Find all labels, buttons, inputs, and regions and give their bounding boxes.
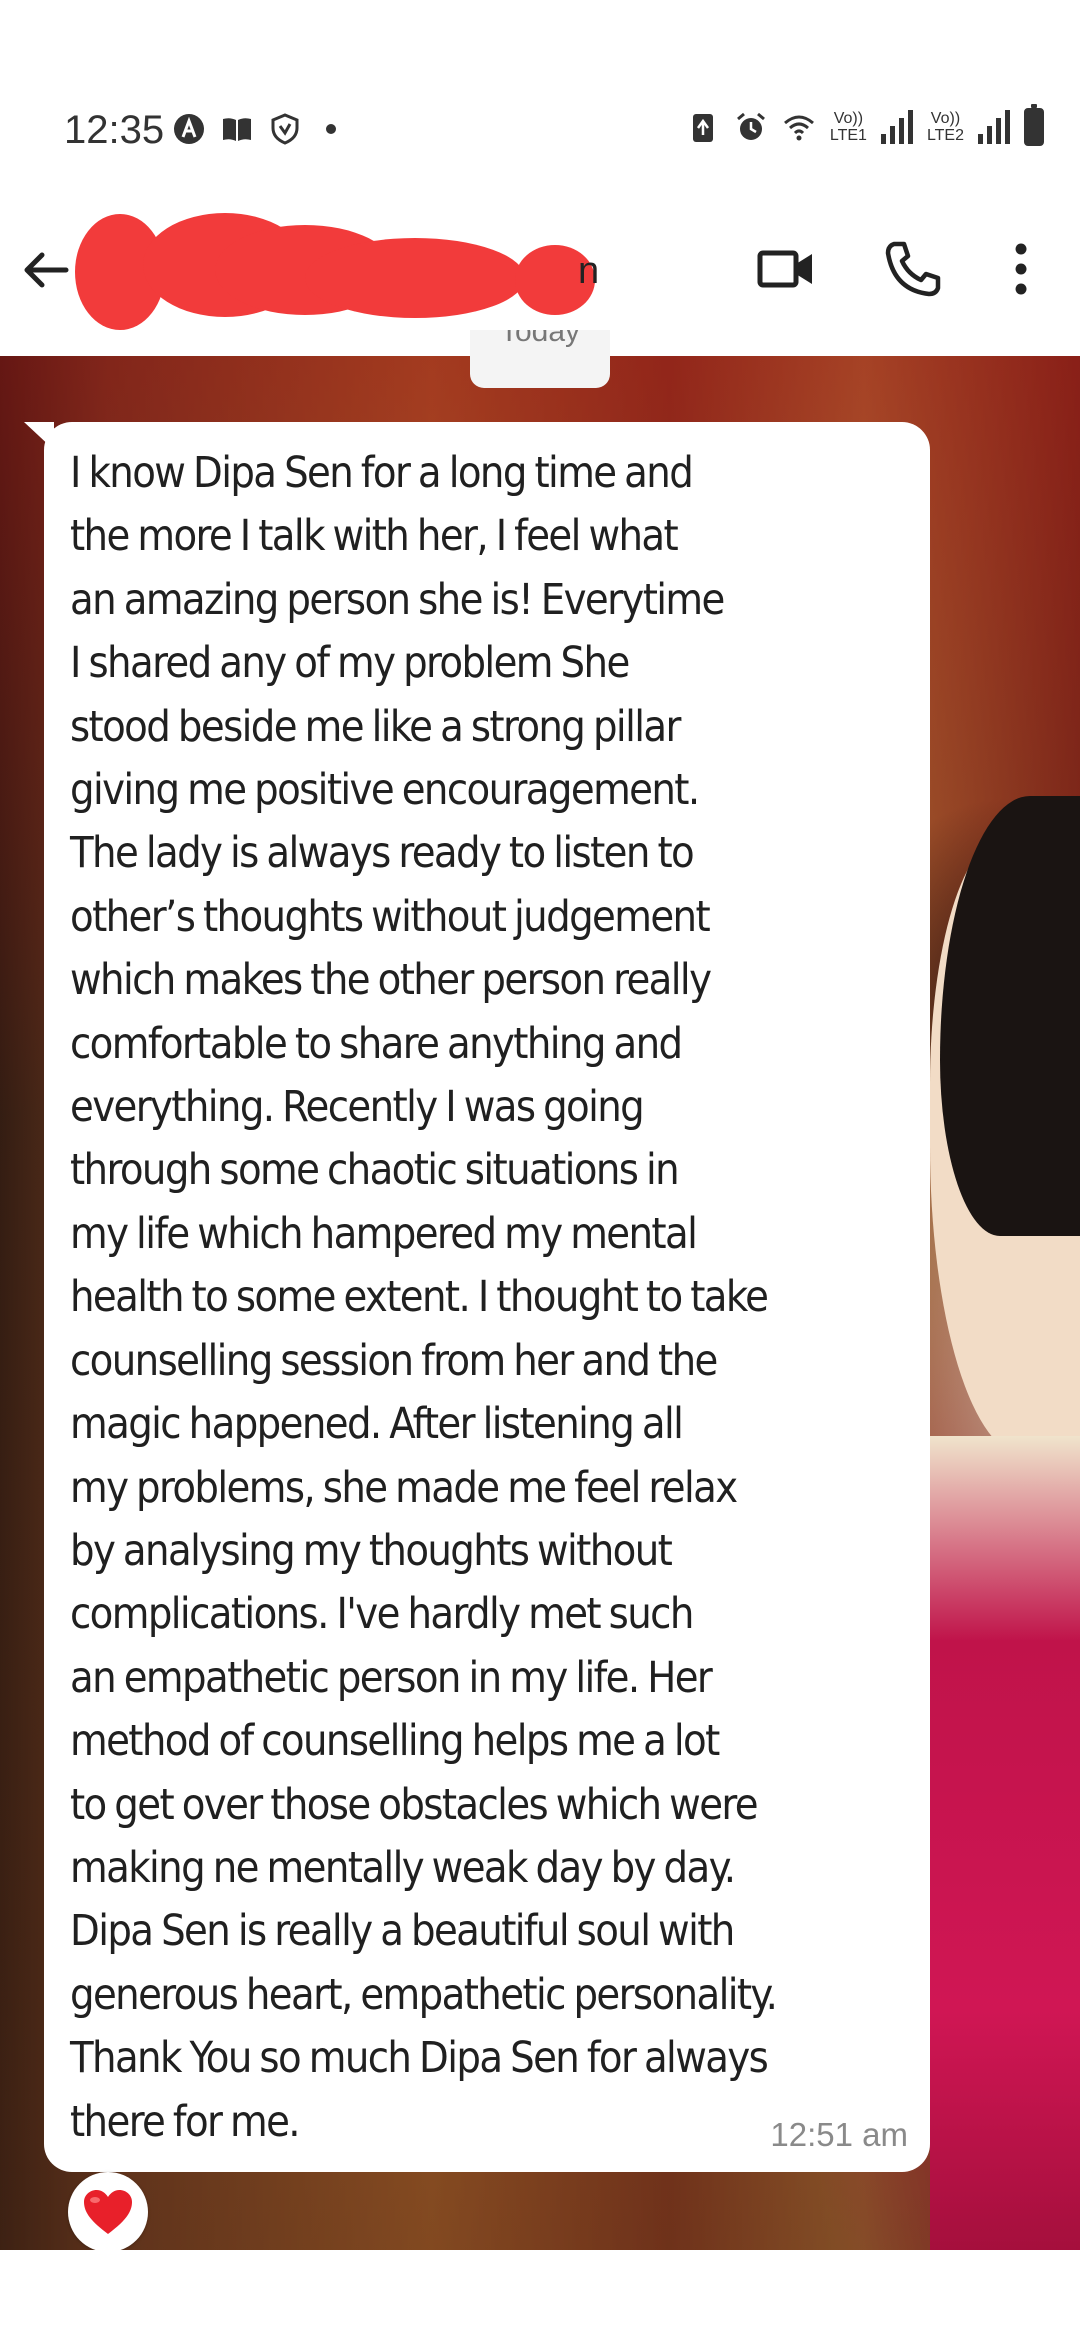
message-line: everything. Recently I was going (70, 1082, 645, 1133)
more-vert-icon[interactable] (988, 236, 1054, 302)
message-text: I know Dipa Sen for a long time and the m… (70, 442, 900, 2154)
heart-icon (84, 2190, 132, 2234)
a-circle-icon (174, 114, 204, 144)
book-icon (223, 118, 251, 141)
message-line: an amazing person she is! Everytime (70, 574, 725, 625)
message-bubble[interactable]: I know Dipa Sen for a long time and the m… (44, 422, 930, 2172)
message-line: generous heart, empathetic personality. (70, 1969, 778, 2020)
sim2-label-bottom: LTE2 (926, 127, 964, 144)
video-call-icon[interactable] (754, 236, 820, 302)
sim1-label-top: Vo)) (833, 110, 864, 127)
signal-icon (978, 110, 1010, 144)
signal-icon (880, 110, 913, 144)
date-separator: Today (470, 330, 610, 388)
message-line: making ne mentally weak day by day. (70, 1842, 736, 1893)
message-line: comfortable to share anything and (70, 1018, 683, 1069)
message-line: Thank You so much Dipa Sen for always (70, 2033, 769, 2084)
message-line: through some chaotic situations in (70, 1145, 680, 1196)
battery-icon (1024, 104, 1044, 146)
message-line: an empathetic person in my life. Her (70, 1652, 713, 1703)
message-time: 12:51 am (770, 2116, 908, 2153)
status-left-icons (172, 112, 336, 146)
message-line: my life which hampered my mental (70, 1208, 698, 1259)
reaction-badge[interactable] (68, 2172, 148, 2252)
message-line: I know Dipa Sen for a long time and (70, 448, 694, 498)
message-line: magic happened. After listening all (70, 1399, 684, 1450)
message-line: stood beside me like a strong pillar (70, 701, 681, 752)
message-line: giving me positive encouragement. (70, 765, 700, 816)
sim2-label-top: Vo)) (930, 110, 961, 127)
battery-saver-icon (692, 114, 713, 142)
status-time: 12:35 (64, 108, 165, 152)
wifi-icon (783, 115, 814, 141)
phone-call-icon[interactable] (880, 236, 946, 302)
message-line: by analysing my thoughts without (70, 1525, 673, 1576)
message-line: I shared any of my problem She (70, 638, 630, 689)
message-line: the more I talk with her, I feel what (70, 511, 679, 562)
sim1-label-bottom: LTE1 (829, 127, 867, 144)
contact-name[interactable]: n (578, 250, 599, 293)
message-line: which makes the other person really (70, 955, 712, 1006)
message-line: complications. I've hardly met such (70, 1589, 694, 1640)
message-line: my problems, she made me feel relax (70, 1462, 738, 1513)
redacted-contact-avatar[interactable] (75, 210, 595, 330)
status-right-icons: Vo)) LTE1 Vo)) LTE2 (686, 104, 1044, 146)
status-bar: 12:35 Vo)) LTE1 Vo)) LTE2 (0, 0, 1080, 200)
message-line: to get over those obstacles which were (70, 1779, 759, 1830)
message-line: The lady is always ready to listen to (70, 828, 695, 879)
back-arrow-icon[interactable] (16, 240, 76, 300)
message-line: method of counselling helps me a lot (70, 1716, 720, 1767)
shield-icon (271, 113, 299, 145)
message-line: Dipa Sen is really a beautiful soul with (70, 1906, 735, 1957)
dot-icon (326, 124, 336, 134)
sim2-label: Vo)) LTE2 (927, 110, 964, 144)
bottom-area (0, 2250, 1080, 2340)
message-line: counselling session from her and the (70, 1335, 718, 1386)
alarm-icon (736, 112, 765, 140)
message-line: health to some extent. I thought to take (70, 1272, 769, 1323)
message-line: other’s thoughts without judgement (70, 891, 711, 942)
sim1-label: Vo)) LTE1 (830, 110, 867, 144)
date-separator-label: Today (499, 330, 581, 348)
